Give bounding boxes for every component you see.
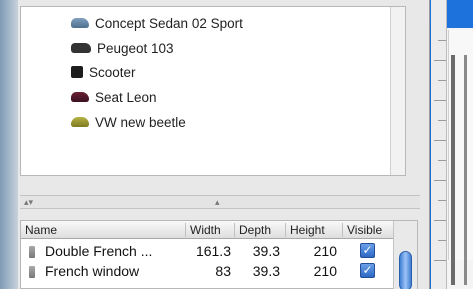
- car-sedan-icon: [71, 18, 89, 28]
- moped-icon: [71, 43, 91, 53]
- window-icon: [29, 266, 35, 278]
- cell-width: 83: [215, 263, 231, 279]
- app-window: Concept Sedan 02 Sport Peugeot 103 Scoot…: [0, 0, 473, 289]
- cell-height: 210: [313, 243, 337, 259]
- list-item-label: VW new beetle: [95, 114, 186, 130]
- car-seat-icon: [71, 92, 89, 102]
- list-item[interactable]: Concept Sedan 02 Sport: [71, 13, 243, 33]
- cell-width: 161.3: [195, 243, 231, 259]
- furniture-catalog-list[interactable]: Concept Sedan 02 Sport Peugeot 103 Scoot…: [20, 6, 406, 176]
- scrollbar-thumb[interactable]: [399, 251, 412, 289]
- table-row[interactable]: French window 83 39.3 210 ✓: [21, 262, 393, 282]
- visible-checkbox[interactable]: ✓: [360, 263, 375, 278]
- furniture-panel: Concept Sedan 02 Sport Peugeot 103 Scoot…: [18, 0, 430, 289]
- vertical-ruler: [431, 0, 447, 289]
- visible-checkbox[interactable]: ✓: [360, 243, 375, 258]
- column-header-visible[interactable]: Visible: [342, 223, 392, 237]
- cell-name: French window: [45, 263, 140, 279]
- table-scrollbar[interactable]: [393, 221, 417, 289]
- column-header-height[interactable]: Height: [285, 223, 341, 237]
- door-icon: [29, 246, 35, 258]
- wall-line: [464, 55, 467, 285]
- car-beetle-icon: [71, 117, 89, 127]
- cell-depth: 39.3: [252, 243, 280, 259]
- cell-height: 210: [313, 263, 337, 279]
- table-header: Name Width Depth Height Visible: [21, 221, 393, 239]
- pane-splitter[interactable]: ▴▾ ▴: [20, 195, 420, 209]
- list-item[interactable]: Scooter: [71, 62, 136, 82]
- table-row[interactable]: Double French ... 161.3 39.3 210 ✓: [21, 242, 393, 262]
- cell-depth: 39.3: [252, 263, 280, 279]
- list-item-label: Peugeot 103: [97, 40, 174, 56]
- column-header-name[interactable]: Name: [21, 223, 181, 237]
- list-item-label: Seat Leon: [95, 89, 157, 105]
- column-header-width[interactable]: Width: [185, 223, 233, 237]
- list-item[interactable]: VW new beetle: [71, 112, 186, 132]
- cell-name: Double French ...: [45, 243, 153, 259]
- list-item[interactable]: Peugeot 103: [71, 38, 174, 58]
- scooter-icon: [71, 66, 83, 78]
- list-item-label: Concept Sedan 02 Sport: [95, 15, 243, 31]
- column-header-depth[interactable]: Depth: [234, 223, 284, 237]
- wall-line: [451, 55, 455, 285]
- left-frame: [0, 0, 18, 289]
- home-furniture-table: Name Width Depth Height Visible Double F…: [20, 220, 418, 289]
- splitter-handle-icon[interactable]: ▴: [215, 197, 220, 208]
- collapse-up-icon[interactable]: ▴▾: [24, 197, 33, 208]
- plan-view[interactable]: [431, 0, 473, 289]
- catalog-scrollbar[interactable]: [390, 7, 405, 175]
- list-item[interactable]: Seat Leon: [71, 87, 157, 107]
- list-item-label: Scooter: [89, 64, 136, 80]
